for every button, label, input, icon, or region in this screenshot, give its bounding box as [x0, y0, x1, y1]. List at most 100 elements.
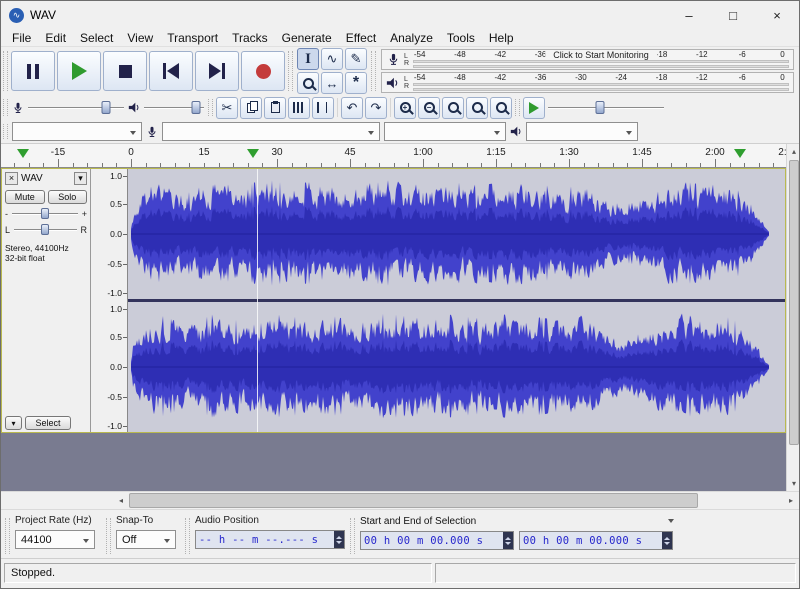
vertical-scale-rulers[interactable]: 1.0 0.5 0.0 -0.5 -1.0 1.0 0.5 0.0 -0.5 -… — [91, 169, 128, 432]
monitor-text[interactable]: Click to Start Monitoring — [545, 50, 657, 60]
recording-volume-slider[interactable] — [26, 99, 126, 117]
pause-button[interactable] — [11, 51, 55, 91]
zoom-selection-button[interactable] — [442, 97, 464, 119]
track-control-panel: × WAV ▾ Mute Solo - + L R Stereo, 44100H… — [2, 169, 91, 432]
selection-toolbar-grip[interactable] — [5, 518, 10, 554]
record-button[interactable] — [241, 51, 285, 91]
maximize-button[interactable]: □ — [711, 1, 755, 29]
undo-button[interactable]: ↶ — [341, 97, 363, 119]
close-button[interactable]: × — [755, 1, 799, 29]
zoom-out-button[interactable]: − — [418, 97, 440, 119]
track-select-button[interactable]: Select — [25, 416, 71, 430]
vertical-scroll-track[interactable] — [787, 159, 800, 476]
play-at-speed-button[interactable] — [523, 97, 545, 119]
vertical-scale-channel-2[interactable]: 1.0 0.5 0.0 -0.5 -1.0 — [91, 302, 127, 432]
multi-tool-button[interactable]: * — [345, 72, 367, 94]
status-text: Stopped. — [11, 567, 55, 579]
stop-button[interactable] — [103, 51, 147, 91]
zoom-tool-button[interactable] — [297, 72, 319, 94]
skip-to-start-button[interactable] — [149, 51, 193, 91]
envelope-tool-button[interactable]: ∿ — [321, 48, 343, 70]
pan-left-label: L — [5, 225, 10, 235]
paste-button[interactable] — [264, 97, 286, 119]
selection-end-spinner[interactable] — [662, 532, 672, 549]
selection-start-field[interactable]: 00 h 00 m 00.000 s — [360, 531, 514, 550]
tools-toolbar-grip[interactable] — [288, 51, 293, 91]
recording-meter[interactable]: LR -54-48-42-36-30-24-18-12-60 Click to … — [381, 49, 794, 70]
audio-position-field[interactable]: -- h -- m --.--- s — [195, 530, 345, 549]
pan-slider[interactable] — [12, 222, 78, 238]
vertical-scrollbar[interactable]: ▴ ▾ — [786, 144, 800, 491]
redo-button[interactable]: ↷ — [365, 97, 387, 119]
waveform-channel-2[interactable] — [128, 302, 785, 432]
skip-to-end-button[interactable] — [195, 51, 239, 91]
menu-transport[interactable]: Transport — [160, 30, 225, 46]
copy-button[interactable] — [240, 97, 262, 119]
track-close-button[interactable]: × — [5, 172, 18, 185]
audio-host-select[interactable] — [12, 122, 142, 141]
gain-slider[interactable] — [10, 206, 80, 222]
snap-to-select[interactable]: Off — [116, 530, 176, 549]
empty-track-area[interactable] — [1, 433, 786, 491]
menu-tracks[interactable]: Tracks — [225, 30, 275, 46]
horizontal-scroll-track[interactable] — [129, 492, 783, 509]
vertical-scroll-thumb[interactable] — [789, 160, 799, 445]
menu-effect[interactable]: Effect — [339, 30, 383, 46]
zoom-fit-button[interactable] — [466, 97, 488, 119]
mixer-toolbar-grip[interactable] — [3, 99, 8, 116]
meter-toolbar-grip[interactable] — [371, 51, 376, 91]
timeline-ruler[interactable]: -1501530451:001:151:301:452:002:15 — [1, 144, 786, 168]
timeshift-tool-button[interactable]: ↔ — [321, 72, 343, 94]
vertical-scale-channel-1[interactable]: 1.0 0.5 0.0 -0.5 -1.0 — [91, 169, 127, 299]
track-menu-button[interactable]: ▾ — [74, 172, 87, 185]
scroll-left-button[interactable]: ◂ — [113, 492, 129, 509]
scroll-up-button[interactable]: ▴ — [787, 144, 800, 159]
audio-position-spinner[interactable] — [334, 531, 344, 548]
selection-range-grip[interactable] — [350, 518, 355, 554]
waveform-channel-1[interactable] — [128, 169, 785, 299]
minimize-button[interactable]: – — [667, 1, 711, 29]
snap-grip[interactable] — [106, 518, 111, 554]
selection-mode-select[interactable]: Start and End of Selection — [360, 514, 678, 528]
selection-tool-button[interactable]: I — [297, 48, 319, 70]
menu-tools[interactable]: Tools — [440, 30, 482, 46]
mute-button[interactable]: Mute — [5, 190, 45, 204]
solo-button[interactable]: Solo — [48, 190, 88, 204]
timeline-playhead-marker[interactable] — [247, 149, 259, 158]
waveform-area[interactable] — [128, 169, 785, 432]
selection-start-spinner[interactable] — [503, 532, 513, 549]
playback-volume-slider[interactable] — [142, 99, 206, 117]
edit-toolbar-grip[interactable] — [208, 99, 213, 116]
transport-toolbar-grip[interactable] — [3, 51, 8, 91]
track-collapse-button[interactable]: ▾ — [5, 416, 22, 430]
menu-view[interactable]: View — [120, 30, 160, 46]
menu-edit[interactable]: Edit — [38, 30, 73, 46]
menu-generate[interactable]: Generate — [275, 30, 339, 46]
recording-device-select[interactable] — [162, 122, 380, 141]
play-button[interactable] — [57, 51, 101, 91]
timeline-playhead-marker[interactable] — [734, 149, 746, 158]
zoom-in-button[interactable]: + — [394, 97, 416, 119]
menu-select[interactable]: Select — [73, 30, 120, 46]
play-speed-slider[interactable] — [546, 99, 666, 117]
menu-file[interactable]: File — [5, 30, 38, 46]
scroll-down-button[interactable]: ▾ — [787, 476, 800, 491]
playback-meter[interactable]: LR -54-48-42-36-30-24-18-12-60 — [381, 72, 794, 93]
menu-analyze[interactable]: Analyze — [383, 30, 440, 46]
scroll-right-button[interactable]: ▸ — [783, 492, 799, 509]
playback-device-select[interactable] — [526, 122, 638, 141]
play-at-speed-toolbar-grip[interactable] — [515, 99, 520, 116]
timeline-playhead-marker[interactable] — [17, 149, 29, 158]
zoom-toggle-button[interactable] — [490, 97, 512, 119]
silence-audio-button[interactable] — [312, 97, 334, 119]
trim-audio-button[interactable] — [288, 97, 310, 119]
project-rate-select[interactable]: 44100 — [15, 530, 95, 549]
cut-button[interactable]: ✂ — [216, 97, 238, 119]
menu-help[interactable]: Help — [482, 30, 521, 46]
draw-tool-button[interactable]: ✎ — [345, 48, 367, 70]
device-toolbar-grip[interactable] — [3, 124, 8, 139]
recording-channels-select[interactable] — [384, 122, 506, 141]
horizontal-scroll-thumb[interactable] — [129, 493, 698, 508]
audio-position-grip[interactable] — [185, 518, 190, 554]
selection-end-field[interactable]: 00 h 00 m 00.000 s — [519, 531, 673, 550]
